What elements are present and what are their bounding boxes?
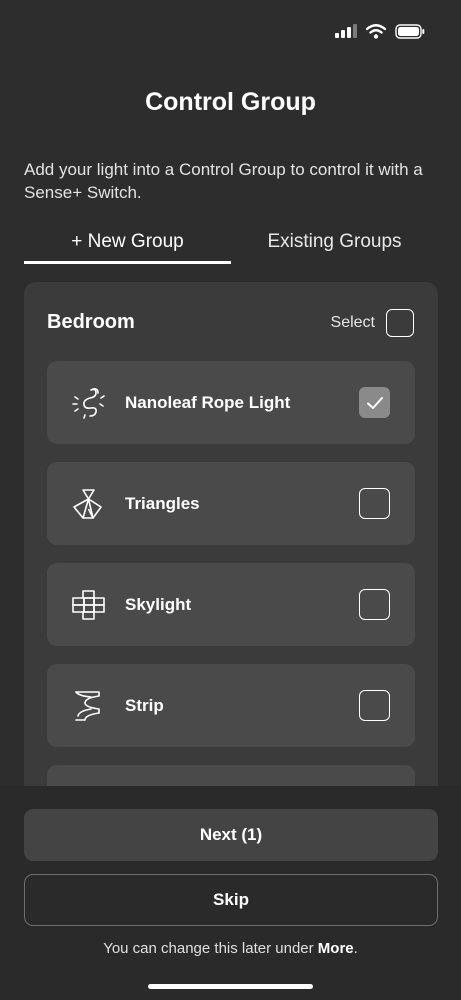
bottom-action-sheet: Next (1) Skip You can change this later … xyxy=(0,786,461,1000)
device-checkbox-rope-light[interactable] xyxy=(359,387,390,418)
device-row-triangles[interactable]: Triangles xyxy=(47,462,415,545)
footnote-suffix: . xyxy=(353,940,358,957)
page-subtitle: Add your light into a Control Group to c… xyxy=(24,160,423,202)
rope-light-icon xyxy=(68,383,108,423)
cellular-signal-icon xyxy=(335,24,357,38)
group-header: Bedroom Select xyxy=(47,306,414,339)
device-row-rope-light[interactable]: Nanoleaf Rope Light xyxy=(47,361,415,444)
status-bar xyxy=(335,24,425,39)
device-row-skylight[interactable]: Skylight xyxy=(47,563,415,646)
device-label: Strip xyxy=(125,695,164,715)
page-title: Control Group xyxy=(145,88,316,116)
change-later-note: You can change this later under More. xyxy=(0,940,461,957)
select-all-label: Select xyxy=(330,313,375,331)
device-checkbox-triangles[interactable] xyxy=(359,488,390,519)
group-name: Bedroom xyxy=(47,311,135,333)
tab-existing-groups[interactable]: Existing Groups xyxy=(231,228,438,264)
device-label: Triangles xyxy=(125,493,200,513)
next-button[interactable]: Next (1) xyxy=(24,809,438,861)
device-checkbox-skylight[interactable] xyxy=(359,589,390,620)
select-all-checkbox[interactable] xyxy=(386,308,414,337)
wifi-icon xyxy=(366,24,386,39)
group-panel: Bedroom Select Nanoleaf Rope Light Trian… xyxy=(24,282,438,842)
footnote-text: You can change this later under xyxy=(103,940,318,957)
skip-button[interactable]: Skip xyxy=(24,874,438,926)
device-label: Skylight xyxy=(125,594,192,614)
select-all-toggle[interactable]: Select xyxy=(330,308,414,337)
tab-new-group[interactable]: + New Group xyxy=(24,228,231,264)
device-checkbox-strip[interactable] xyxy=(359,690,390,721)
skylight-icon xyxy=(68,585,108,625)
more-link[interactable]: More xyxy=(318,940,354,957)
battery-icon xyxy=(395,24,425,39)
triangles-icon xyxy=(68,484,108,524)
home-indicator xyxy=(148,984,313,989)
device-row-strip[interactable]: Strip xyxy=(47,664,415,747)
device-label: Nanoleaf Rope Light xyxy=(125,392,291,412)
checkmark-icon xyxy=(366,396,383,409)
tab-bar: + New Group Existing Groups xyxy=(24,228,438,264)
strip-icon xyxy=(68,686,108,726)
